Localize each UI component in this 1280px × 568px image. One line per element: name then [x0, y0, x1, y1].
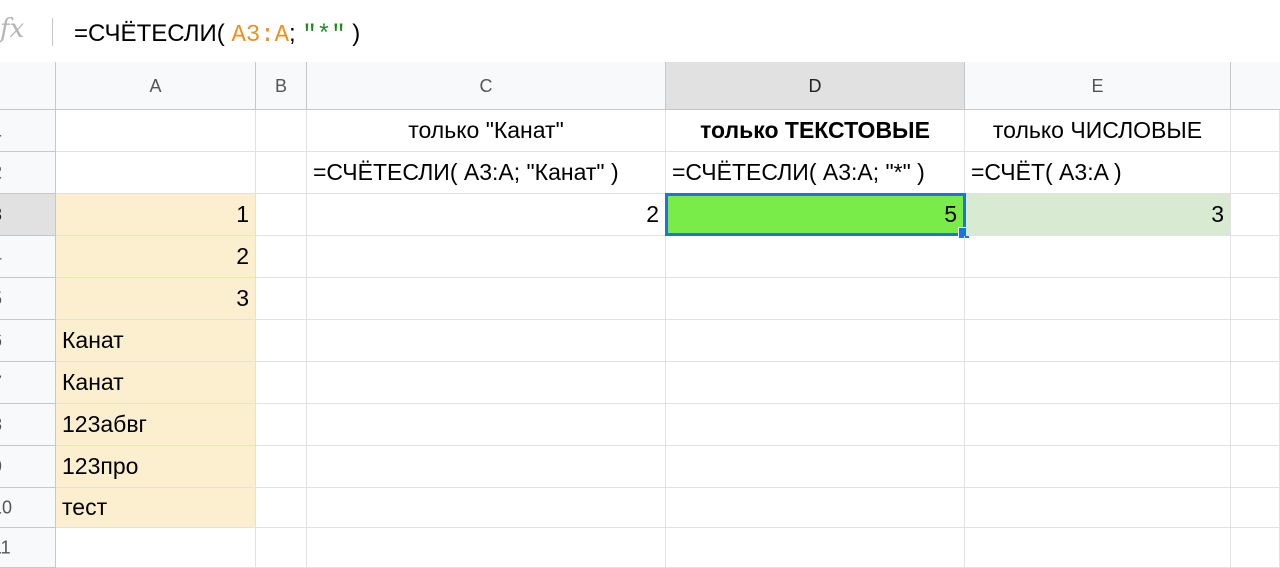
- formula-range-ref: A3:A: [231, 22, 290, 49]
- cell-e3[interactable]: 3: [966, 194, 1231, 236]
- cell-e11[interactable]: [965, 528, 1231, 568]
- cell-a5[interactable]: 3: [56, 278, 256, 320]
- row-header-6[interactable]: 6: [0, 320, 56, 362]
- cell-f8[interactable]: [1231, 404, 1280, 446]
- cell-c4[interactable]: [307, 236, 666, 278]
- cell-e1[interactable]: только ЧИСЛОВЫЕ: [965, 110, 1231, 152]
- cell-a7[interactable]: Канат: [56, 362, 256, 404]
- formula-bar: fx =СЧЁТЕСЛИ( A3:A; "*" ): [0, 0, 1280, 63]
- row-header-1[interactable]: 1: [0, 110, 56, 152]
- cell-c8[interactable]: [307, 404, 666, 446]
- column-header-a[interactable]: A: [56, 62, 256, 110]
- cell-b9[interactable]: [256, 446, 307, 488]
- cell-e6[interactable]: [965, 320, 1231, 362]
- row-header-11[interactable]: 11: [0, 528, 56, 568]
- cell-d2[interactable]: =СЧЁТЕСЛИ( A3:A; "*" ): [666, 152, 965, 194]
- cell-f10[interactable]: [1231, 488, 1280, 528]
- cell-a9[interactable]: 123про: [56, 446, 256, 488]
- cell-d10[interactable]: [666, 488, 965, 528]
- cell-f1[interactable]: [1231, 110, 1280, 152]
- cell-e2[interactable]: =СЧЁТ( A3:A ): [965, 152, 1231, 194]
- cell-b6[interactable]: [256, 320, 307, 362]
- cell-c2[interactable]: =СЧЁТЕСЛИ( A3:A; "Канат" ): [307, 152, 666, 194]
- cell-f6[interactable]: [1231, 320, 1280, 362]
- cell-a4[interactable]: 2: [56, 236, 256, 278]
- cell-a2[interactable]: [56, 152, 256, 194]
- cell-b11[interactable]: [256, 528, 307, 568]
- cell-d8[interactable]: [666, 404, 965, 446]
- row-header-3[interactable]: 3: [0, 194, 56, 236]
- row-header-5[interactable]: 5: [0, 278, 56, 320]
- cell-c9[interactable]: [307, 446, 666, 488]
- row-header-7[interactable]: 7: [0, 362, 56, 404]
- row-header-8[interactable]: 8: [0, 404, 56, 446]
- cell-c10[interactable]: [307, 488, 666, 528]
- cell-e10[interactable]: [965, 488, 1231, 528]
- cell-a8[interactable]: 123абвг: [56, 404, 256, 446]
- formula-criteria-string: "*": [302, 22, 346, 49]
- cell-b10[interactable]: [256, 488, 307, 528]
- cell-f11[interactable]: [1231, 528, 1280, 568]
- cell-d5[interactable]: [666, 278, 965, 320]
- cell-c11[interactable]: [307, 528, 666, 568]
- cell-d1[interactable]: только ТЕКСТОВЫЕ: [666, 110, 965, 152]
- formula-close: ): [352, 20, 361, 47]
- column-header-e[interactable]: E: [965, 62, 1231, 110]
- cell-e5[interactable]: [965, 278, 1231, 320]
- cell-d11[interactable]: [666, 528, 965, 568]
- cell-d7[interactable]: [666, 362, 965, 404]
- cell-a1[interactable]: [56, 110, 256, 152]
- cell-c5[interactable]: [307, 278, 666, 320]
- column-header-d[interactable]: D: [666, 62, 965, 110]
- cell-e9[interactable]: [965, 446, 1231, 488]
- cell-b5[interactable]: [256, 278, 307, 320]
- cell-c7[interactable]: [307, 362, 666, 404]
- cell-b2[interactable]: [256, 152, 307, 194]
- cell-a10[interactable]: тест: [56, 488, 256, 528]
- cell-a11[interactable]: [56, 528, 256, 568]
- column-header-f[interactable]: [1231, 62, 1280, 110]
- cell-a6[interactable]: Канат: [56, 320, 256, 362]
- cell-e4[interactable]: [965, 236, 1231, 278]
- cell-b7[interactable]: [256, 362, 307, 404]
- formula-separator: ;: [289, 20, 296, 47]
- row-header-10[interactable]: 10: [0, 488, 56, 528]
- cell-f7[interactable]: [1231, 362, 1280, 404]
- cell-f3[interactable]: [1231, 194, 1280, 236]
- formula-bar-divider: [52, 18, 53, 46]
- select-all-corner[interactable]: [0, 62, 56, 110]
- cell-d3[interactable]: 5: [665, 193, 966, 236]
- formula-input[interactable]: =СЧЁТЕСЛИ( A3:A; "*" ): [74, 20, 360, 49]
- row-header-9[interactable]: 9: [0, 446, 56, 488]
- fx-icon: fx: [0, 14, 25, 44]
- cell-b3[interactable]: [256, 194, 307, 236]
- column-header-b[interactable]: B: [256, 62, 307, 110]
- cell-c6[interactable]: [307, 320, 666, 362]
- cell-f9[interactable]: [1231, 446, 1280, 488]
- cell-f4[interactable]: [1231, 236, 1280, 278]
- cell-f5[interactable]: [1231, 278, 1280, 320]
- cell-a3[interactable]: 1: [56, 194, 256, 236]
- cell-e8[interactable]: [965, 404, 1231, 446]
- cell-b8[interactable]: [256, 404, 307, 446]
- row-header-2[interactable]: 2: [0, 152, 56, 194]
- column-header-c[interactable]: C: [307, 62, 666, 110]
- cell-e7[interactable]: [965, 362, 1231, 404]
- cell-d9[interactable]: [666, 446, 965, 488]
- formula-prefix: =СЧЁТЕСЛИ(: [74, 20, 225, 47]
- cell-d4[interactable]: [666, 236, 965, 278]
- cell-c3[interactable]: 2: [307, 194, 666, 236]
- cell-b4[interactable]: [256, 236, 307, 278]
- cell-b1[interactable]: [256, 110, 307, 152]
- cell-d6[interactable]: [666, 320, 965, 362]
- cell-c1[interactable]: только "Канат": [307, 110, 666, 152]
- row-header-4[interactable]: 4: [0, 236, 56, 278]
- cell-f2[interactable]: [1231, 152, 1280, 194]
